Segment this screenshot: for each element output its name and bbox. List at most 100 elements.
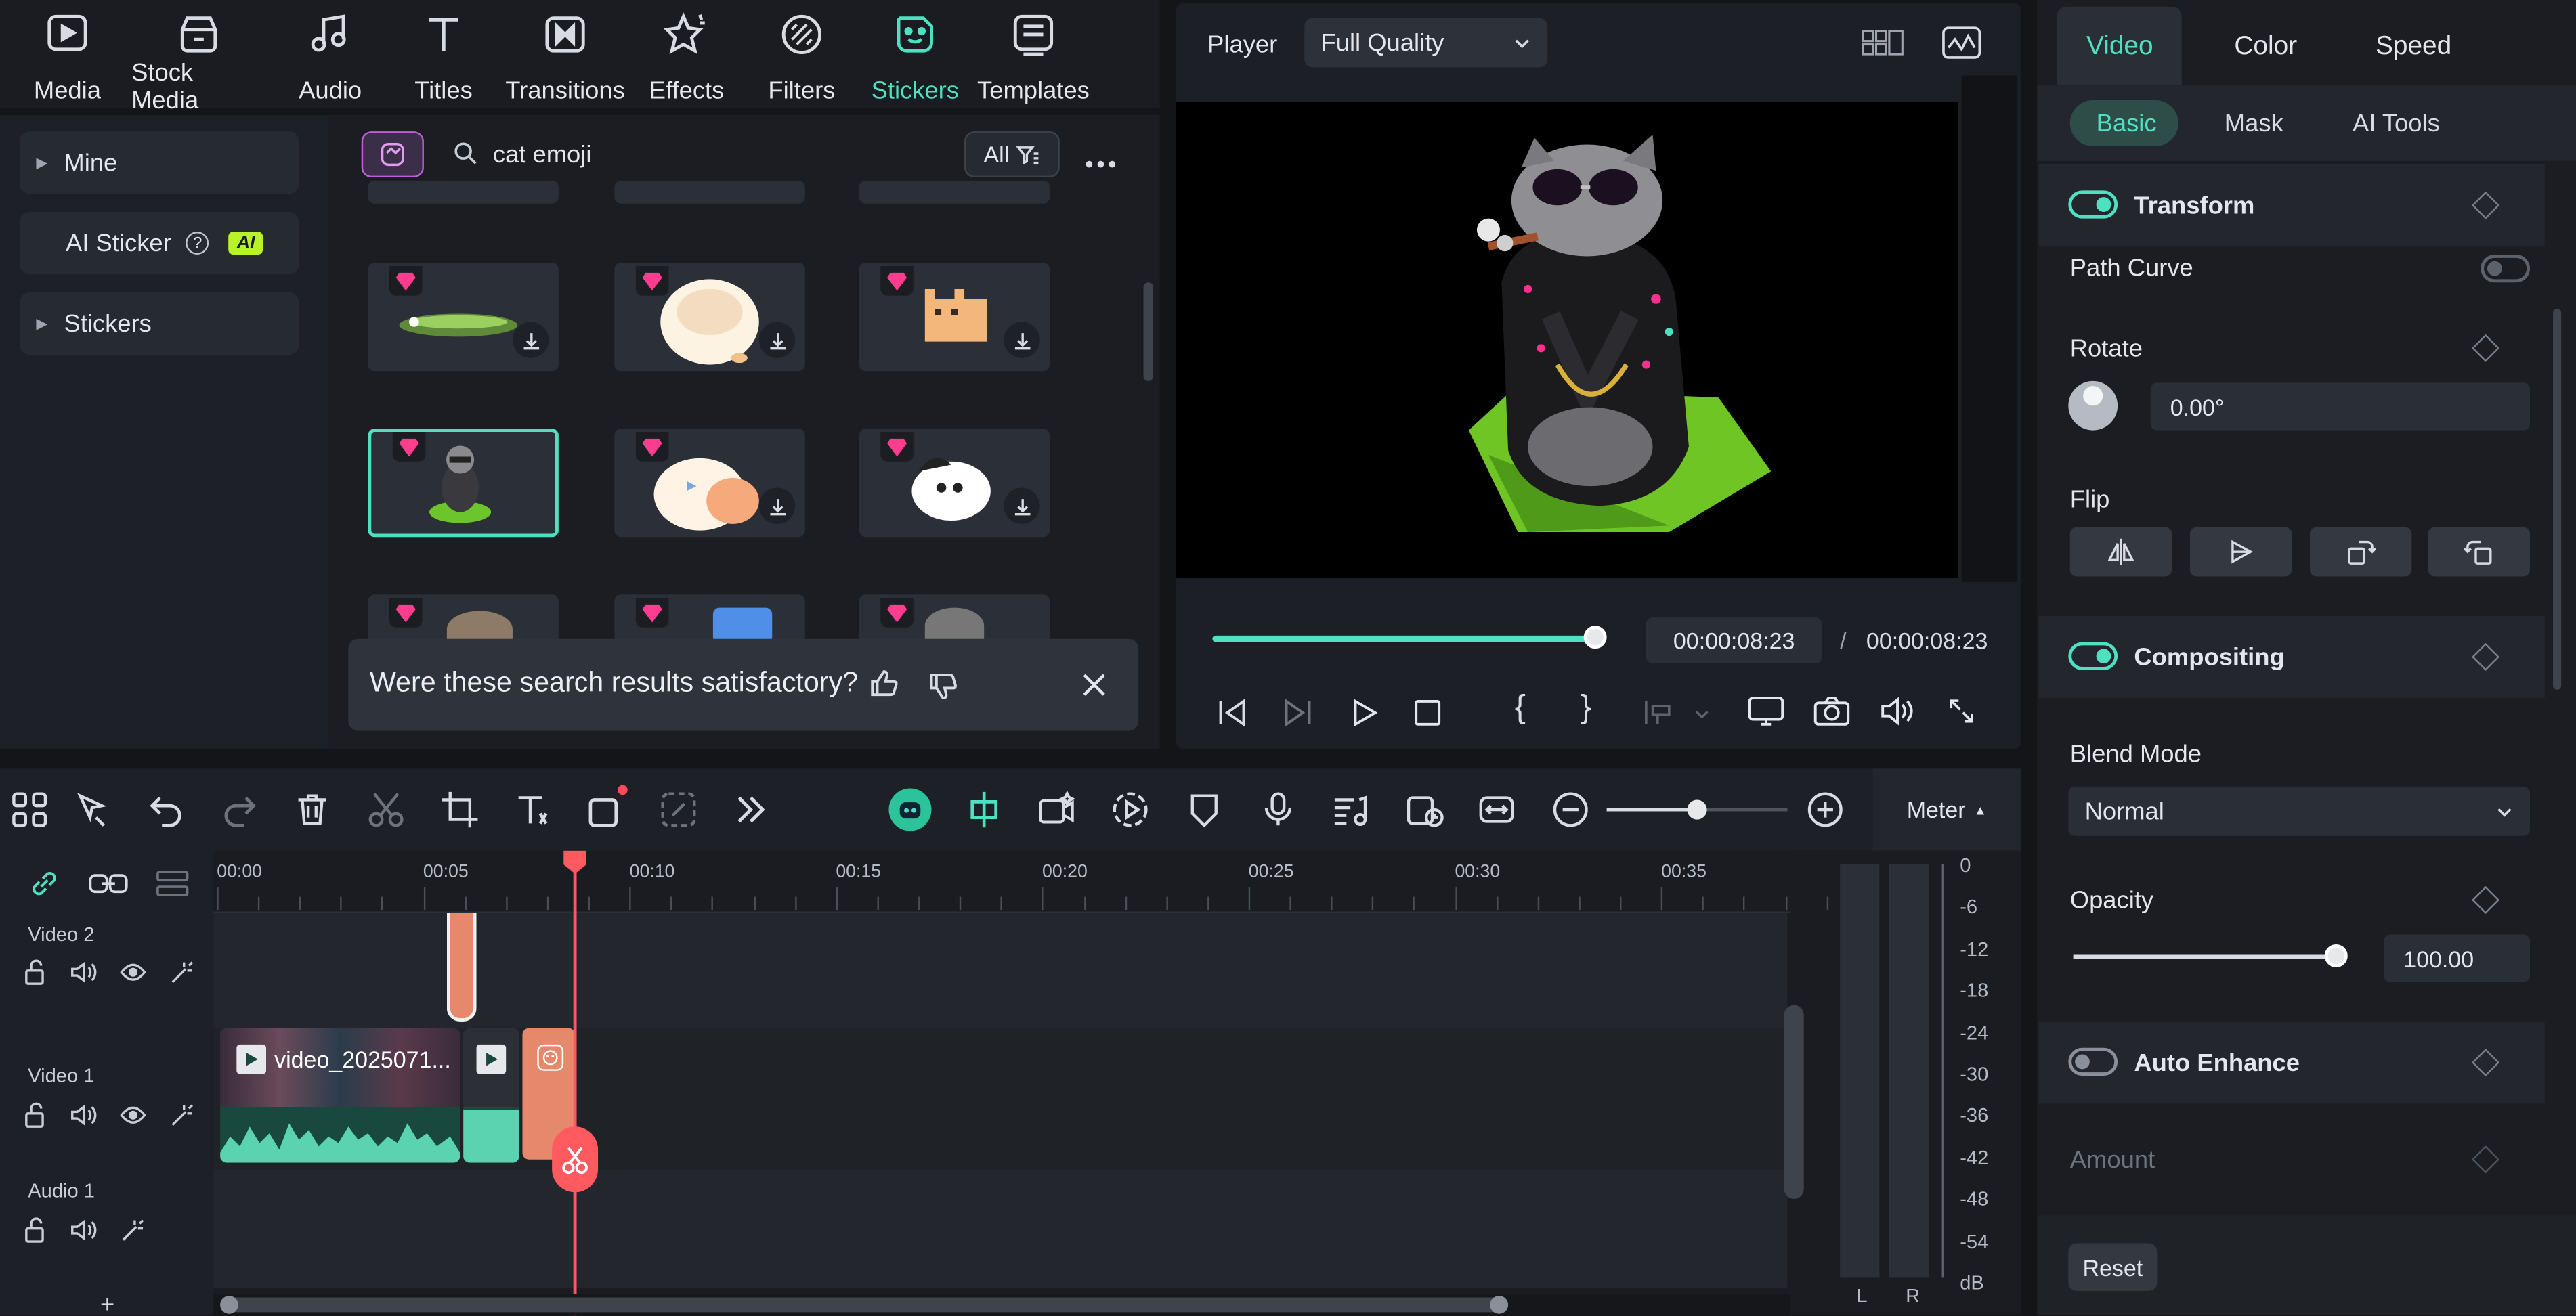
layout-grid-icon[interactable]: [10, 790, 49, 829]
tab-templates[interactable]: Templates: [972, 10, 1094, 106]
zoom-slider-knob[interactable]: [1687, 799, 1707, 820]
search-input[interactable]: [492, 137, 920, 171]
rotate-input[interactable]: 0.00°: [2150, 382, 2531, 431]
select-pointer-icon[interactable]: [72, 790, 112, 829]
subtab-mask[interactable]: Mask: [2225, 110, 2283, 138]
text-tool-icon[interactable]: [513, 790, 552, 829]
speed-ramp-icon[interactable]: [1404, 790, 1444, 829]
sticker-thumbnail[interactable]: [859, 263, 1050, 372]
fit-timeline-icon[interactable]: [1477, 790, 1516, 829]
opacity-slider[interactable]: [2073, 944, 2348, 967]
subtab-ai-tools[interactable]: AI Tools: [2353, 110, 2440, 138]
quality-dropdown[interactable]: Full Quality: [1304, 18, 1548, 68]
help-icon[interactable]: ?: [186, 232, 209, 255]
sticker-thumbnail[interactable]: [614, 263, 805, 372]
browser-scrollbar[interactable]: [1143, 282, 1154, 381]
reset-button[interactable]: Reset: [2068, 1243, 2158, 1291]
tab-speed[interactable]: Speed: [2376, 33, 2451, 63]
grid-layout-icon[interactable]: [1862, 28, 1904, 58]
mark-in-icon[interactable]: {: [1515, 690, 1526, 728]
insert-clip-icon[interactable]: [1641, 697, 1675, 730]
ai-video-icon[interactable]: [1037, 790, 1076, 829]
redo-icon[interactable]: [220, 790, 259, 829]
filter-all-button[interactable]: All: [964, 131, 1060, 178]
previous-frame-icon[interactable]: [1216, 697, 1249, 730]
download-icon[interactable]: [1004, 487, 1040, 524]
download-icon[interactable]: [1004, 322, 1040, 358]
volume-icon[interactable]: [1879, 695, 1915, 728]
add-track-button[interactable]: +: [100, 1291, 114, 1316]
sticker-clip-video-2[interactable]: [446, 913, 477, 1022]
render-preview-icon[interactable]: [1111, 790, 1150, 829]
rotate-dial[interactable]: [2068, 380, 2118, 431]
display-settings-icon[interactable]: [1748, 695, 1784, 728]
more-tools-chevrons-icon[interactable]: [731, 790, 771, 829]
tab-stock-media[interactable]: Stock Media: [131, 10, 266, 115]
sticker-thumbnail[interactable]: [859, 180, 1050, 204]
timeline-h-scrollbar[interactable]: [220, 1296, 1509, 1314]
microphone-icon[interactable]: [1258, 790, 1297, 829]
speaker-icon[interactable]: [70, 1102, 97, 1128]
link-icon[interactable]: [28, 867, 61, 900]
tab-media[interactable]: Media: [7, 10, 129, 106]
tab-audio[interactable]: Audio: [270, 10, 391, 106]
tab-color[interactable]: Color: [2234, 33, 2297, 63]
sticker-thumbnail[interactable]: [368, 263, 559, 372]
marker-shield-icon[interactable]: [1184, 790, 1224, 829]
rotate-counterclockwise-button[interactable]: [2428, 527, 2531, 577]
sidebar-item-mine[interactable]: ▶ Mine: [20, 131, 299, 194]
group-link-icon[interactable]: [89, 867, 128, 900]
zoom-in-icon[interactable]: [1805, 790, 1845, 829]
auto-enhance-toggle[interactable]: [2068, 1047, 2118, 1076]
transform-toggle[interactable]: [2068, 190, 2118, 219]
unlock-icon[interactable]: [23, 1102, 49, 1128]
zoom-slider[interactable]: [1606, 799, 1788, 820]
thumbs-down-icon[interactable]: [926, 670, 960, 703]
sticker-thumbnail[interactable]: [614, 429, 805, 538]
compositing-toggle[interactable]: [2068, 642, 2118, 670]
stop-icon[interactable]: [1411, 697, 1444, 730]
video-clip-short[interactable]: [463, 1028, 519, 1163]
opacity-slider-knob[interactable]: [2324, 944, 2348, 967]
thumbs-up-icon[interactable]: [867, 667, 901, 700]
playback-scrubber[interactable]: [1583, 626, 1607, 649]
mark-out-icon[interactable]: }: [1581, 690, 1591, 728]
sticker-thumbnail[interactable]: [614, 594, 805, 644]
flip-horizontal-button[interactable]: [2069, 527, 2172, 577]
chevron-down-icon[interactable]: [1694, 706, 1710, 722]
magic-wand-icon[interactable]: [120, 1217, 146, 1244]
sidebar-item-ai-sticker[interactable]: AI Sticker ? AI: [20, 211, 299, 275]
path-curve-toggle[interactable]: [2481, 255, 2531, 283]
video-clip[interactable]: video_2025071...: [220, 1028, 460, 1163]
audio-mixer-icon[interactable]: [1331, 790, 1370, 829]
undo-icon[interactable]: [146, 790, 186, 829]
sticker-library-button[interactable]: [361, 131, 424, 178]
sidebar-item-stickers[interactable]: ▶ Stickers: [20, 292, 299, 355]
download-icon[interactable]: [758, 322, 796, 358]
playback-progress-track[interactable]: [1212, 626, 1607, 649]
tab-effects[interactable]: Effects: [626, 10, 748, 106]
sticker-thumbnail-selected[interactable]: [368, 429, 559, 538]
sticker-thumbnail[interactable]: [614, 180, 805, 204]
opacity-input[interactable]: 100.00: [2384, 934, 2531, 982]
speaker-icon[interactable]: [70, 959, 97, 986]
magic-wand-icon[interactable]: [169, 1102, 196, 1128]
magic-wand-icon[interactable]: [169, 959, 196, 986]
download-icon[interactable]: [758, 487, 796, 524]
download-icon[interactable]: [512, 322, 549, 358]
close-icon[interactable]: [1081, 672, 1107, 698]
crop-icon[interactable]: [440, 790, 479, 829]
eye-icon[interactable]: [120, 1102, 146, 1128]
sticker-thumbnail[interactable]: [368, 180, 559, 204]
playhead-split-button[interactable]: [552, 1126, 599, 1193]
sticker-thumbnail[interactable]: [859, 429, 1050, 538]
auto-reframe-icon[interactable]: [659, 790, 698, 829]
blend-mode-dropdown[interactable]: Normal: [2068, 787, 2531, 836]
unlock-icon[interactable]: [23, 959, 49, 986]
sticker-thumbnail[interactable]: [368, 594, 559, 644]
sticker-thumbnail[interactable]: [859, 594, 1050, 644]
snapshot-camera-icon[interactable]: [1813, 695, 1850, 728]
properties-scrollbar[interactable]: [2553, 309, 2562, 690]
fullscreen-icon[interactable]: [1947, 697, 1977, 726]
preview-canvas[interactable]: [1176, 102, 1958, 578]
